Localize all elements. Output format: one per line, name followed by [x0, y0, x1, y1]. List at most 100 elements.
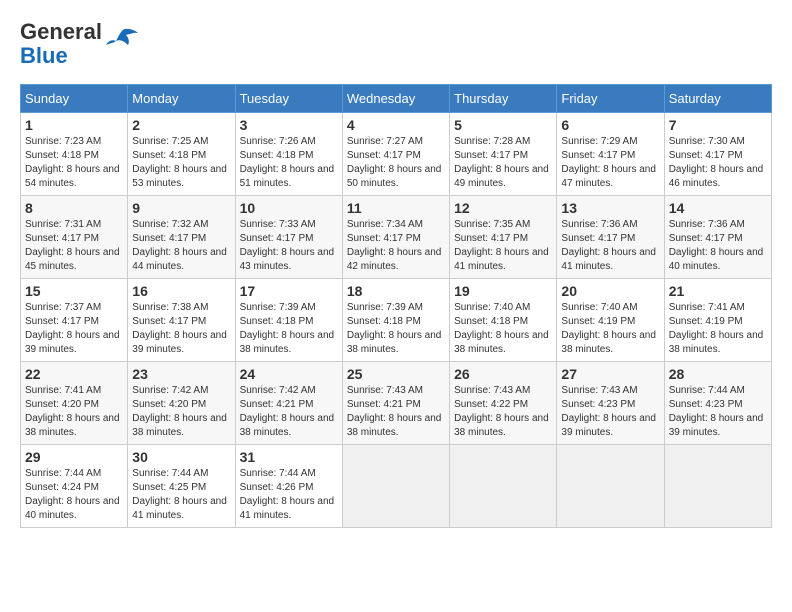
- calendar-cell: 15 Sunrise: 7:37 AMSunset: 4:17 PMDaylig…: [21, 279, 128, 362]
- day-number: 29: [25, 449, 123, 465]
- calendar-week-row: 15 Sunrise: 7:37 AMSunset: 4:17 PMDaylig…: [21, 279, 772, 362]
- day-number: 19: [454, 283, 552, 299]
- logo: General Blue: [20, 20, 138, 68]
- cell-info: Sunrise: 7:23 AMSunset: 4:18 PMDaylight:…: [25, 136, 120, 189]
- day-number: 25: [347, 366, 445, 382]
- cell-info: Sunrise: 7:31 AMSunset: 4:17 PMDaylight:…: [25, 219, 120, 272]
- calendar-cell: 26 Sunrise: 7:43 AMSunset: 4:22 PMDaylig…: [450, 362, 557, 445]
- column-header-saturday: Saturday: [664, 85, 771, 113]
- calendar-cell: 10 Sunrise: 7:33 AMSunset: 4:17 PMDaylig…: [235, 196, 342, 279]
- calendar-cell: 4 Sunrise: 7:27 AMSunset: 4:17 PMDayligh…: [342, 113, 449, 196]
- calendar-cell: 31 Sunrise: 7:44 AMSunset: 4:26 PMDaylig…: [235, 445, 342, 528]
- day-number: 22: [25, 366, 123, 382]
- day-number: 7: [669, 117, 767, 133]
- calendar-cell: 14 Sunrise: 7:36 AMSunset: 4:17 PMDaylig…: [664, 196, 771, 279]
- column-header-friday: Friday: [557, 85, 664, 113]
- day-number: 10: [240, 200, 338, 216]
- day-number: 5: [454, 117, 552, 133]
- cell-info: Sunrise: 7:40 AMSunset: 4:18 PMDaylight:…: [454, 302, 549, 355]
- day-number: 23: [132, 366, 230, 382]
- day-number: 17: [240, 283, 338, 299]
- calendar-cell: 19 Sunrise: 7:40 AMSunset: 4:18 PMDaylig…: [450, 279, 557, 362]
- calendar-cell: 2 Sunrise: 7:25 AMSunset: 4:18 PMDayligh…: [128, 113, 235, 196]
- calendar-cell: 18 Sunrise: 7:39 AMSunset: 4:18 PMDaylig…: [342, 279, 449, 362]
- cell-info: Sunrise: 7:43 AMSunset: 4:21 PMDaylight:…: [347, 385, 442, 438]
- day-number: 3: [240, 117, 338, 133]
- calendar-cell: 20 Sunrise: 7:40 AMSunset: 4:19 PMDaylig…: [557, 279, 664, 362]
- calendar-cell: 1 Sunrise: 7:23 AMSunset: 4:18 PMDayligh…: [21, 113, 128, 196]
- cell-info: Sunrise: 7:44 AMSunset: 4:25 PMDaylight:…: [132, 468, 227, 521]
- logo-text: General Blue: [20, 20, 102, 68]
- column-header-sunday: Sunday: [21, 85, 128, 113]
- day-number: 12: [454, 200, 552, 216]
- calendar-cell: 28 Sunrise: 7:44 AMSunset: 4:23 PMDaylig…: [664, 362, 771, 445]
- cell-info: Sunrise: 7:43 AMSunset: 4:22 PMDaylight:…: [454, 385, 549, 438]
- calendar-cell: 27 Sunrise: 7:43 AMSunset: 4:23 PMDaylig…: [557, 362, 664, 445]
- calendar-table: SundayMondayTuesdayWednesdayThursdayFrid…: [20, 84, 772, 528]
- cell-info: Sunrise: 7:44 AMSunset: 4:23 PMDaylight:…: [669, 385, 764, 438]
- calendar-cell: 17 Sunrise: 7:39 AMSunset: 4:18 PMDaylig…: [235, 279, 342, 362]
- cell-info: Sunrise: 7:36 AMSunset: 4:17 PMDaylight:…: [669, 219, 764, 272]
- day-number: 26: [454, 366, 552, 382]
- cell-info: Sunrise: 7:44 AMSunset: 4:26 PMDaylight:…: [240, 468, 335, 521]
- day-number: 18: [347, 283, 445, 299]
- day-number: 21: [669, 283, 767, 299]
- calendar-cell: 11 Sunrise: 7:34 AMSunset: 4:17 PMDaylig…: [342, 196, 449, 279]
- day-number: 8: [25, 200, 123, 216]
- calendar-cell: 7 Sunrise: 7:30 AMSunset: 4:17 PMDayligh…: [664, 113, 771, 196]
- calendar-cell: 5 Sunrise: 7:28 AMSunset: 4:17 PMDayligh…: [450, 113, 557, 196]
- cell-info: Sunrise: 7:26 AMSunset: 4:18 PMDaylight:…: [240, 136, 335, 189]
- cell-info: Sunrise: 7:41 AMSunset: 4:19 PMDaylight:…: [669, 302, 764, 355]
- day-number: 6: [561, 117, 659, 133]
- cell-info: Sunrise: 7:44 AMSunset: 4:24 PMDaylight:…: [25, 468, 120, 521]
- cell-info: Sunrise: 7:39 AMSunset: 4:18 PMDaylight:…: [240, 302, 335, 355]
- calendar-cell: 6 Sunrise: 7:29 AMSunset: 4:17 PMDayligh…: [557, 113, 664, 196]
- cell-info: Sunrise: 7:36 AMSunset: 4:17 PMDaylight:…: [561, 219, 656, 272]
- day-number: 28: [669, 366, 767, 382]
- cell-info: Sunrise: 7:34 AMSunset: 4:17 PMDaylight:…: [347, 219, 442, 272]
- day-number: 15: [25, 283, 123, 299]
- day-number: 14: [669, 200, 767, 216]
- cell-info: Sunrise: 7:33 AMSunset: 4:17 PMDaylight:…: [240, 219, 335, 272]
- calendar-cell: 25 Sunrise: 7:43 AMSunset: 4:21 PMDaylig…: [342, 362, 449, 445]
- day-number: 16: [132, 283, 230, 299]
- calendar-cell: [450, 445, 557, 528]
- cell-info: Sunrise: 7:30 AMSunset: 4:17 PMDaylight:…: [669, 136, 764, 189]
- cell-info: Sunrise: 7:27 AMSunset: 4:17 PMDaylight:…: [347, 136, 442, 189]
- calendar-cell: [664, 445, 771, 528]
- day-number: 31: [240, 449, 338, 465]
- day-number: 13: [561, 200, 659, 216]
- calendar-cell: 29 Sunrise: 7:44 AMSunset: 4:24 PMDaylig…: [21, 445, 128, 528]
- calendar-cell: 22 Sunrise: 7:41 AMSunset: 4:20 PMDaylig…: [21, 362, 128, 445]
- cell-info: Sunrise: 7:35 AMSunset: 4:17 PMDaylight:…: [454, 219, 549, 272]
- calendar-header-row: SundayMondayTuesdayWednesdayThursdayFrid…: [21, 85, 772, 113]
- cell-info: Sunrise: 7:42 AMSunset: 4:21 PMDaylight:…: [240, 385, 335, 438]
- cell-info: Sunrise: 7:43 AMSunset: 4:23 PMDaylight:…: [561, 385, 656, 438]
- calendar-cell: 13 Sunrise: 7:36 AMSunset: 4:17 PMDaylig…: [557, 196, 664, 279]
- cell-info: Sunrise: 7:40 AMSunset: 4:19 PMDaylight:…: [561, 302, 656, 355]
- calendar-cell: 3 Sunrise: 7:26 AMSunset: 4:18 PMDayligh…: [235, 113, 342, 196]
- column-header-wednesday: Wednesday: [342, 85, 449, 113]
- day-number: 4: [347, 117, 445, 133]
- day-number: 9: [132, 200, 230, 216]
- day-number: 2: [132, 117, 230, 133]
- day-number: 11: [347, 200, 445, 216]
- column-header-monday: Monday: [128, 85, 235, 113]
- page-header: General Blue: [20, 20, 772, 68]
- calendar-week-row: 22 Sunrise: 7:41 AMSunset: 4:20 PMDaylig…: [21, 362, 772, 445]
- calendar-cell: [557, 445, 664, 528]
- day-number: 20: [561, 283, 659, 299]
- column-header-thursday: Thursday: [450, 85, 557, 113]
- column-header-tuesday: Tuesday: [235, 85, 342, 113]
- calendar-cell: 16 Sunrise: 7:38 AMSunset: 4:17 PMDaylig…: [128, 279, 235, 362]
- calendar-week-row: 29 Sunrise: 7:44 AMSunset: 4:24 PMDaylig…: [21, 445, 772, 528]
- calendar-cell: [342, 445, 449, 528]
- day-number: 27: [561, 366, 659, 382]
- calendar-week-row: 1 Sunrise: 7:23 AMSunset: 4:18 PMDayligh…: [21, 113, 772, 196]
- calendar-cell: 30 Sunrise: 7:44 AMSunset: 4:25 PMDaylig…: [128, 445, 235, 528]
- calendar-cell: 23 Sunrise: 7:42 AMSunset: 4:20 PMDaylig…: [128, 362, 235, 445]
- calendar-cell: 21 Sunrise: 7:41 AMSunset: 4:19 PMDaylig…: [664, 279, 771, 362]
- day-number: 24: [240, 366, 338, 382]
- cell-info: Sunrise: 7:32 AMSunset: 4:17 PMDaylight:…: [132, 219, 227, 272]
- cell-info: Sunrise: 7:38 AMSunset: 4:17 PMDaylight:…: [132, 302, 227, 355]
